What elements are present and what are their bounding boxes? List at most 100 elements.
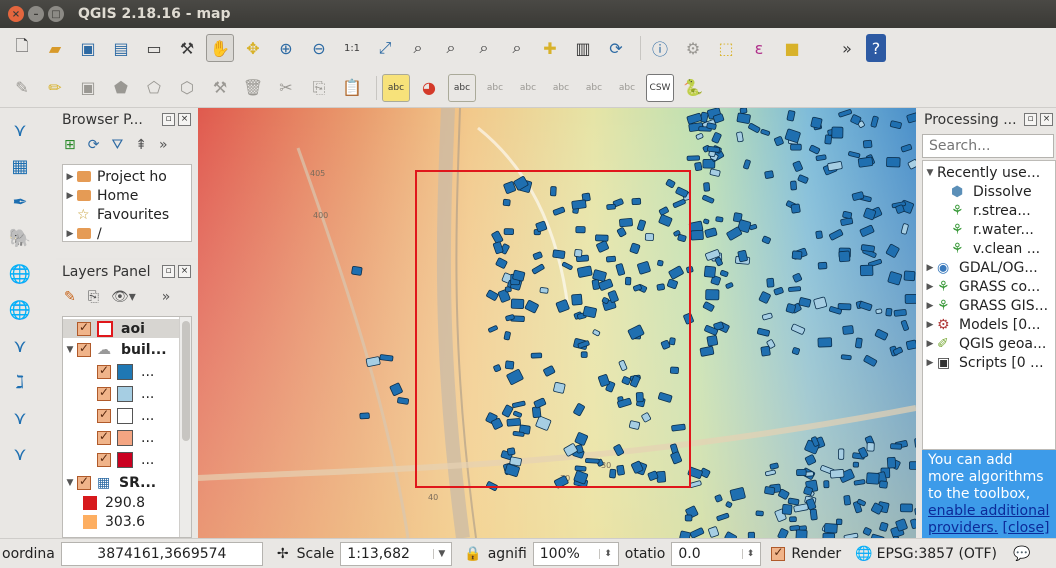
expand-arrow-icon[interactable]: ▶: [923, 320, 937, 330]
pan-map-icon[interactable]: ✋: [206, 34, 234, 62]
add-wms-layer-icon[interactable]: 🌐: [6, 260, 34, 288]
class-visibility-checkbox[interactable]: [97, 407, 111, 423]
class-visibility-checkbox[interactable]: [97, 363, 111, 379]
collapse-arrow-icon[interactable]: ▼: [923, 168, 937, 178]
layer-aoi[interactable]: aoi: [63, 319, 191, 338]
add-spatialite-layer-icon[interactable]: ✒: [6, 188, 34, 216]
new-bookmark-icon[interactable]: ✚: [536, 34, 564, 62]
provider-grass[interactable]: ▶ ⚘ GRASS co...: [923, 277, 1055, 296]
close-panel-icon[interactable]: ×: [1040, 113, 1053, 126]
zoom-in-icon[interactable]: ⊕: [272, 34, 300, 62]
algorithm-item[interactable]: ⚘ r.strea...: [923, 201, 1055, 220]
expand-arrow-icon[interactable]: ▶: [923, 282, 937, 292]
metasearch-csw-icon[interactable]: CSW: [646, 73, 674, 102]
messages-icon[interactable]: 💬: [1013, 546, 1030, 562]
refresh-browser-icon[interactable]: ⟳: [88, 137, 100, 153]
manage-themes-icon[interactable]: 👁▾: [111, 289, 136, 305]
legend-class-3[interactable]: ...: [63, 406, 191, 425]
zoom-last-icon[interactable]: ⌕: [470, 34, 498, 62]
new-shapefile-icon[interactable]: ⋎: [6, 440, 34, 468]
save-layer-edits-icon[interactable]: ▣: [74, 74, 102, 102]
node-tool-icon[interactable]: ⬠: [140, 74, 168, 102]
save-as-icon[interactable]: ▤: [107, 34, 135, 62]
expand-arrow-icon[interactable]: ▶: [923, 263, 937, 273]
add-virtual-layer-icon[interactable]: ⋎: [6, 404, 34, 432]
collapse-all-icon[interactable]: ⇞: [135, 137, 147, 153]
copy-features-icon[interactable]: ⎘: [305, 74, 333, 102]
scrollbar-thumb[interactable]: [182, 321, 190, 441]
open-project-icon[interactable]: ▰: [41, 34, 69, 62]
float-panel-icon[interactable]: ▫: [162, 265, 175, 278]
layer-labeling-icon[interactable]: abc: [382, 73, 410, 102]
spinbox-arrows-icon[interactable]: ⬍: [741, 548, 754, 559]
zoom-out-icon[interactable]: ⊖: [305, 34, 333, 62]
layer-srtm[interactable]: ▼ ▦ SR...: [63, 473, 191, 492]
close-banner-link[interactable]: [close]: [1003, 520, 1050, 536]
legend-class-5[interactable]: ...: [63, 450, 191, 469]
layer-visibility-checkbox[interactable]: [77, 320, 91, 336]
browser-item-project-home[interactable]: ▶ Project ho: [63, 167, 191, 186]
deselect-all-icon[interactable]: ■: [778, 34, 806, 62]
scale-combobox[interactable]: 1:13,682 ▼: [340, 541, 453, 566]
modify-attributes-icon[interactable]: ⚒: [206, 74, 234, 102]
zoom-to-layer-icon[interactable]: ⌕: [437, 34, 465, 62]
pan-to-selection-icon[interactable]: ✥: [239, 34, 267, 62]
dropdown-arrow-icon[interactable]: ▼: [433, 548, 445, 559]
move-feature-icon[interactable]: ⬡: [173, 74, 201, 102]
style-layer-icon[interactable]: ✎: [64, 289, 76, 305]
select-features-icon[interactable]: ⬚: [712, 34, 740, 62]
lock-scale-icon[interactable]: 🔒: [464, 546, 481, 562]
crs-globe-icon[interactable]: 🌐: [855, 546, 872, 562]
show-hide-labels-icon[interactable]: abc: [514, 74, 542, 102]
pin-labels-icon[interactable]: abc: [481, 74, 509, 102]
collapse-arrow-icon[interactable]: ▼: [63, 345, 77, 355]
add-vector-layer-icon[interactable]: ⋎: [6, 116, 34, 144]
browser-item-home[interactable]: ▶ Home: [63, 186, 191, 205]
layer-visibility-checkbox[interactable]: [77, 474, 91, 490]
spinbox-arrows-icon[interactable]: ⬍: [599, 548, 612, 559]
crs-status[interactable]: EPSG:3857 (OTF): [877, 546, 997, 562]
close-window-button[interactable]: ×: [8, 6, 24, 22]
browser-item-favourites[interactable]: ☆ Favourites: [63, 205, 191, 224]
zoom-next-icon[interactable]: ⌕: [503, 34, 531, 62]
paste-features-icon[interactable]: 📋: [338, 74, 366, 102]
collapse-arrow-icon[interactable]: ▼: [63, 478, 77, 488]
composer-manager-icon[interactable]: ⚒: [173, 34, 201, 62]
cut-features-icon[interactable]: ✂: [272, 74, 300, 102]
add-raster-layer-icon[interactable]: ▦: [6, 152, 34, 180]
add-group-icon[interactable]: ⎘: [88, 289, 99, 305]
class-visibility-checkbox[interactable]: [97, 451, 111, 467]
provider-scripts[interactable]: ▶ ▣ Scripts [0 ...: [923, 353, 1055, 372]
add-selected-layers-icon[interactable]: ⊞: [64, 137, 76, 153]
algorithm-item[interactable]: ⬢ Dissolve: [923, 182, 1055, 201]
map-canvas[interactable]: 405 400 30 30 40: [198, 108, 916, 538]
minimize-window-button[interactable]: –: [28, 6, 44, 22]
layer-visibility-checkbox[interactable]: [77, 341, 91, 357]
algorithm-item[interactable]: ⚘ r.water...: [923, 220, 1055, 239]
delete-selected-icon[interactable]: 🗑: [239, 74, 267, 102]
magnifier-spinbox[interactable]: 100% ⬍: [532, 541, 619, 566]
class-visibility-checkbox[interactable]: [97, 429, 111, 445]
expand-arrow-icon[interactable]: ▶: [923, 339, 937, 349]
rotate-label-icon[interactable]: abc: [580, 74, 608, 102]
expression-select-icon[interactable]: ε: [745, 34, 773, 62]
refresh-icon[interactable]: ⟳: [602, 34, 630, 62]
zoom-to-selection-icon[interactable]: ⌕: [404, 34, 432, 62]
zoom-actual-size-icon[interactable]: 1:1: [338, 34, 366, 62]
filter-browser-icon[interactable]: ⛛: [111, 137, 123, 153]
expand-arrow-icon[interactable]: ▶: [63, 229, 77, 239]
close-panel-icon[interactable]: ×: [178, 113, 191, 126]
toggle-extents-icon[interactable]: ✢: [277, 546, 289, 562]
float-panel-icon[interactable]: ▫: [1024, 113, 1037, 126]
add-feature-icon[interactable]: ⬟: [107, 74, 135, 102]
expand-arrow-icon[interactable]: ▶: [63, 172, 77, 182]
zoom-full-icon[interactable]: ⤢: [371, 34, 399, 62]
help-icon[interactable]: ?: [866, 34, 886, 62]
show-bookmarks-icon[interactable]: ▥: [569, 34, 597, 62]
legend-class-4[interactable]: ...: [63, 428, 191, 447]
panel-overflow-icon[interactable]: »: [162, 289, 171, 305]
new-print-composer-icon[interactable]: ▭: [140, 34, 168, 62]
expand-arrow-icon[interactable]: ▶: [923, 358, 937, 368]
browser-item-root[interactable]: ▶ /: [63, 224, 191, 242]
identify-features-icon[interactable]: ⓘ: [646, 34, 674, 62]
